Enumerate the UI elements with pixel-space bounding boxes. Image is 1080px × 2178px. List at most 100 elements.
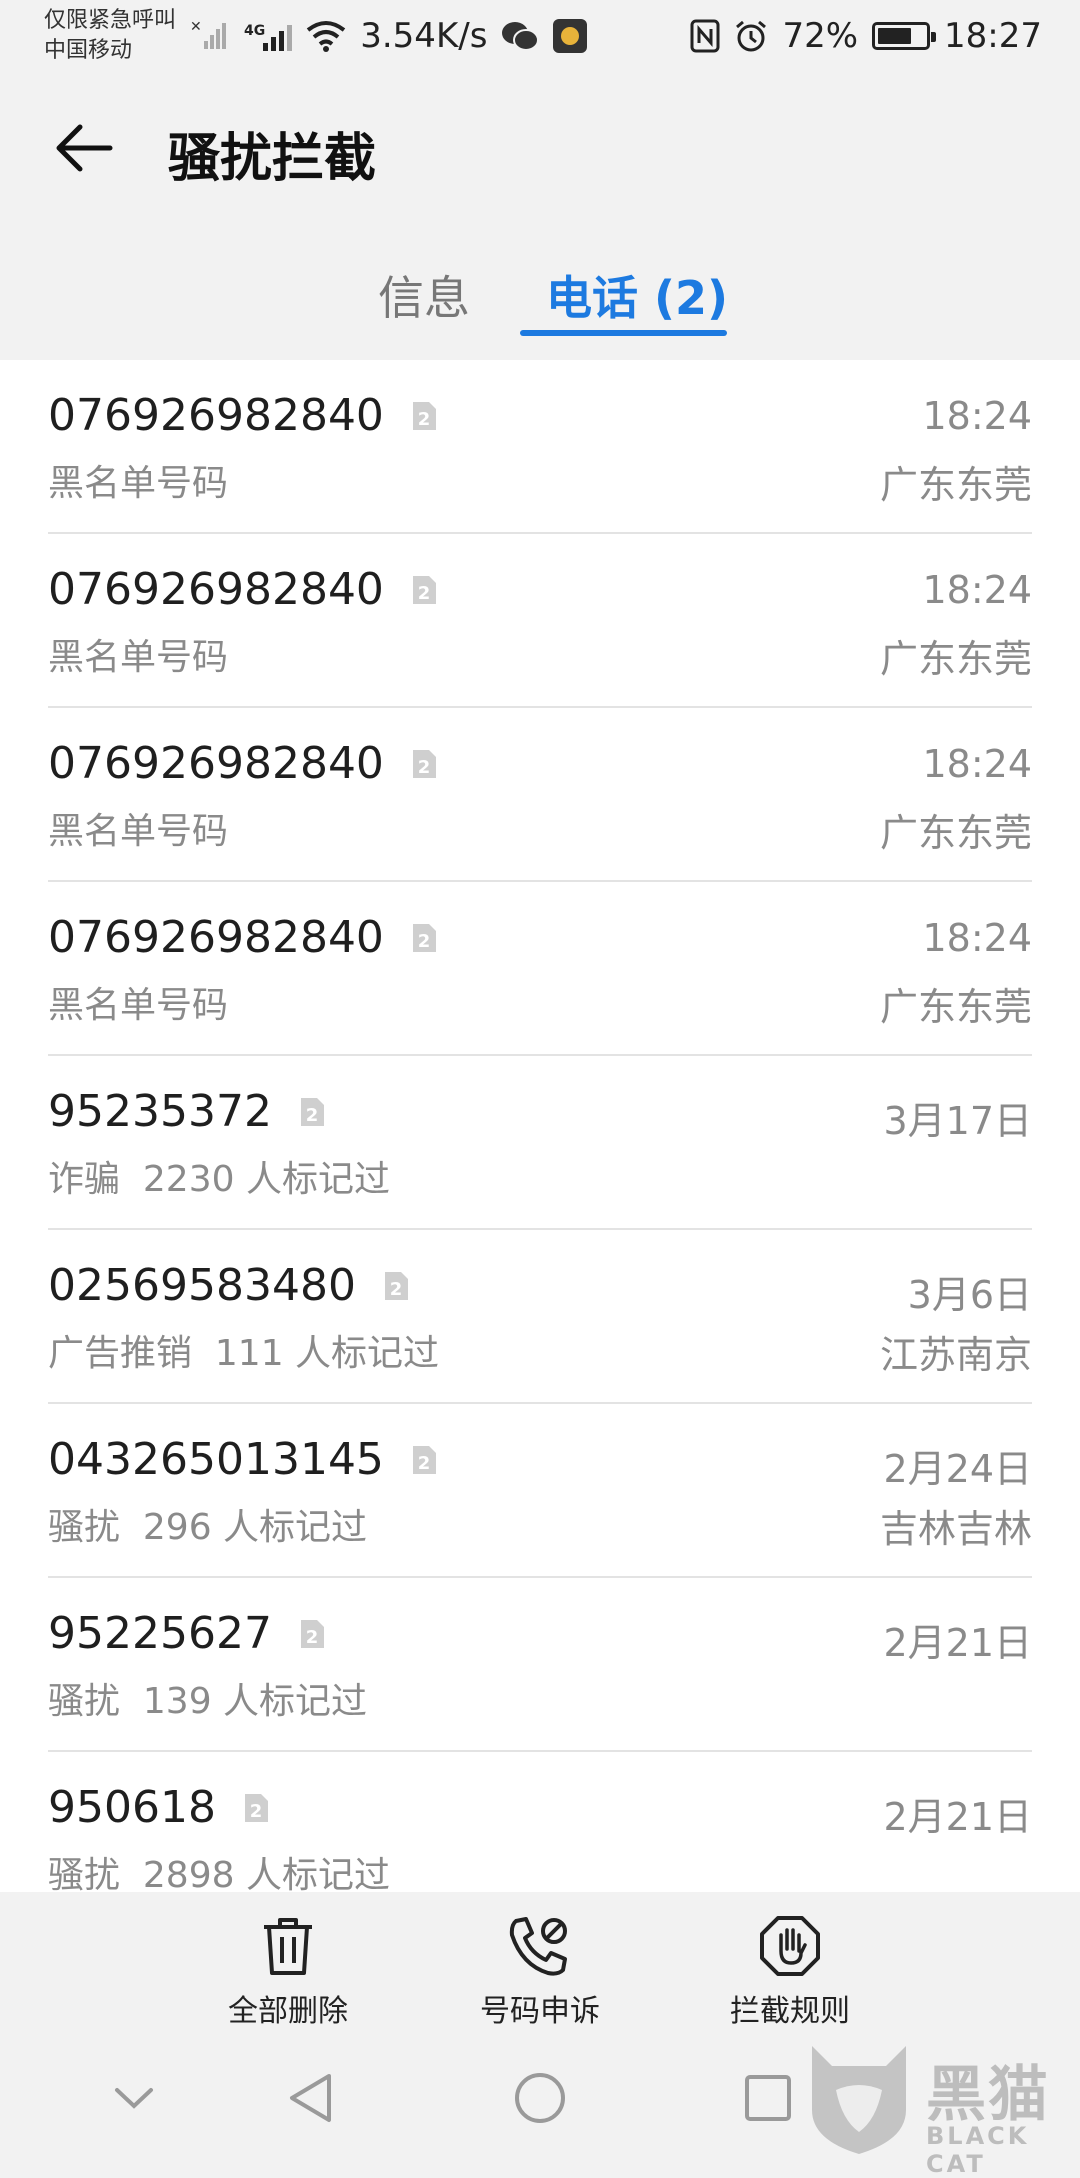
blocked-calls-list[interactable]: 076926982840 2 黑名单号码 18:24 广东东莞 076926982840 2… (0, 360, 1080, 1892)
app-notification-icon (553, 19, 588, 53)
nav-hide-button[interactable] (104, 2068, 164, 2128)
sim-2-icon: 2 (410, 922, 438, 954)
hand-stop-icon (760, 1916, 820, 1976)
block-reason: 诈骗 2230 人标记过 (48, 1159, 390, 1200)
block-rules-button[interactable]: 拦截规则 (700, 1912, 880, 2030)
trash-icon (264, 1918, 312, 1975)
sim-2-icon: 2 (410, 400, 438, 432)
phone-number: 02569583480 (48, 1260, 356, 1311)
tab-messages[interactable]: 信息 (378, 262, 470, 328)
page-title: 骚扰拦截 (168, 129, 377, 189)
chevron-down-icon (115, 2088, 153, 2109)
tab-calls[interactable]: 电话 (2) (546, 262, 728, 328)
carrier-emergency-text: 仅限紧急呼叫 (44, 8, 177, 33)
svg-text:2: 2 (306, 1627, 319, 1648)
call-row[interactable]: 076926982840 2 黑名单号码 18:24 广东东莞 (48, 360, 1032, 534)
phone-block-icon (509, 1917, 567, 1976)
block-reason: 广告推销 111 人标记过 (48, 1333, 440, 1374)
call-row[interactable]: 95235372 2 诈骗 2230 人标记过 3月17日 (48, 1056, 1032, 1230)
svg-text:2: 2 (250, 1801, 263, 1822)
block-rules-label: 拦截规则 (730, 1994, 850, 2029)
phone-number: 076926982840 (48, 390, 384, 441)
call-time: 18:24 (922, 394, 1032, 438)
call-location: 吉林吉林 (879, 1507, 1032, 1551)
signal-4g: 4G (244, 21, 293, 51)
phone-number: 95235372 (48, 1086, 272, 1137)
wechat-icon (502, 22, 540, 51)
battery-icon (872, 22, 937, 50)
svg-text:2: 2 (418, 757, 431, 778)
call-location: 广东东莞 (879, 637, 1032, 681)
svg-text:2: 2 (418, 1453, 431, 1474)
sim-2-icon: 2 (298, 1618, 326, 1650)
carrier-name: 中国移动 (44, 38, 133, 63)
app-bar: 骚扰拦截 (0, 72, 1080, 222)
svg-text:2: 2 (418, 931, 431, 952)
call-location: 江苏南京 (879, 1333, 1032, 1377)
call-row[interactable]: 950618 2 骚扰 2898 人标记过 2月21日 (48, 1752, 1032, 1892)
alarm-icon (736, 20, 767, 52)
no-sim-signal-icon: ✕ (190, 19, 226, 49)
call-row[interactable]: 076926982840 2 黑名单号码 18:24 广东东莞 (48, 534, 1032, 708)
nav-home-button[interactable] (510, 2068, 570, 2128)
circle-home-icon (515, 2073, 565, 2123)
phone-number: 950618 (48, 1782, 216, 1833)
call-location: 广东东莞 (879, 463, 1032, 507)
block-reason: 骚扰 139 人标记过 (48, 1681, 368, 1722)
watermark-text: 黑猫 (926, 2060, 1050, 2130)
call-time: 3月17日 (883, 1099, 1032, 1143)
nav-recents-button[interactable] (738, 2068, 798, 2128)
back-button[interactable] (44, 108, 124, 188)
arrow-back-icon (56, 124, 113, 172)
status-bar: 仅限紧急呼叫 中国移动 ✕ 4G 3.54K/s 72% 18:27 (0, 0, 1080, 72)
number-appeal-button[interactable]: 号码申诉 (450, 1912, 630, 2030)
square-recents-icon (745, 2075, 791, 2121)
call-row[interactable]: 076926982840 2 黑名单号码 18:24 广东东莞 (48, 708, 1032, 882)
status-left-icons: ✕ 4G 3.54K/s (190, 14, 588, 58)
sim-2-icon: 2 (410, 574, 438, 606)
call-time: 18:24 (922, 916, 1032, 960)
sim-2-icon: 2 (298, 1096, 326, 1128)
tab-bar: 信息 电话 (2) (0, 232, 1080, 360)
call-row[interactable]: 076926982840 2 黑名单号码 18:24 广东东莞 (48, 882, 1032, 1056)
tab-indicator (520, 330, 727, 336)
block-reason: 黑名单号码 (48, 985, 229, 1026)
triangle-back-icon (290, 2074, 331, 2122)
sim-2-icon: 2 (410, 1444, 438, 1476)
number-appeal-label: 号码申诉 (480, 1994, 600, 2029)
block-reason: 黑名单号码 (48, 637, 229, 678)
cat-shield-logo-icon (812, 2046, 906, 2154)
call-time: 3月6日 (907, 1273, 1032, 1317)
sim-2-icon: 2 (410, 748, 438, 780)
network-type-label: 4G (244, 23, 266, 39)
block-reason: 黑名单号码 (48, 463, 229, 504)
phone-number: 076926982840 (48, 564, 384, 615)
phone-number: 076926982840 (48, 738, 384, 789)
black-cat-watermark: 黑猫 BLACK CAT (806, 2040, 1076, 2178)
delete-all-button[interactable]: 全部删除 (198, 1912, 378, 2030)
signal-strength-icon (263, 21, 293, 51)
network-speed: 3.54K/s (360, 16, 488, 56)
watermark-subtext: BLACK CAT (926, 2122, 1030, 2178)
call-row[interactable]: 02569583480 2 广告推销 111 人标记过 3月6日江苏南京 (48, 1230, 1032, 1404)
sim-2-icon: 2 (242, 1792, 270, 1824)
call-row[interactable]: 95225627 2 骚扰 139 人标记过 2月21日 (48, 1578, 1032, 1752)
block-reason: 骚扰 296 人标记过 (48, 1507, 368, 1548)
clock: 18:27 (944, 16, 1042, 56)
svg-text:✕: ✕ (190, 19, 202, 35)
call-time: 2月21日 (883, 1795, 1032, 1839)
delete-all-label: 全部删除 (228, 1994, 348, 2029)
phone-number: 076926982840 (48, 912, 384, 963)
battery-percent: 72% (782, 16, 859, 56)
call-row[interactable]: 043265013145 2 骚扰 296 人标记过 2月24日 吉林吉林 (48, 1404, 1032, 1578)
call-time: 18:24 (922, 742, 1032, 786)
call-location: 广东东莞 (879, 811, 1032, 855)
nav-back-button[interactable] (280, 2068, 340, 2128)
status-right-icons: 72% 18:27 (690, 14, 1042, 58)
svg-text:2: 2 (306, 1105, 319, 1126)
bottom-action-bar: 全部删除 号码申诉 拦截规则 (0, 1892, 1080, 2032)
call-time: 2月24日 (883, 1447, 1032, 1491)
svg-text:2: 2 (418, 409, 431, 430)
svg-text:2: 2 (418, 583, 431, 604)
sim-2-icon: 2 (382, 1270, 410, 1302)
